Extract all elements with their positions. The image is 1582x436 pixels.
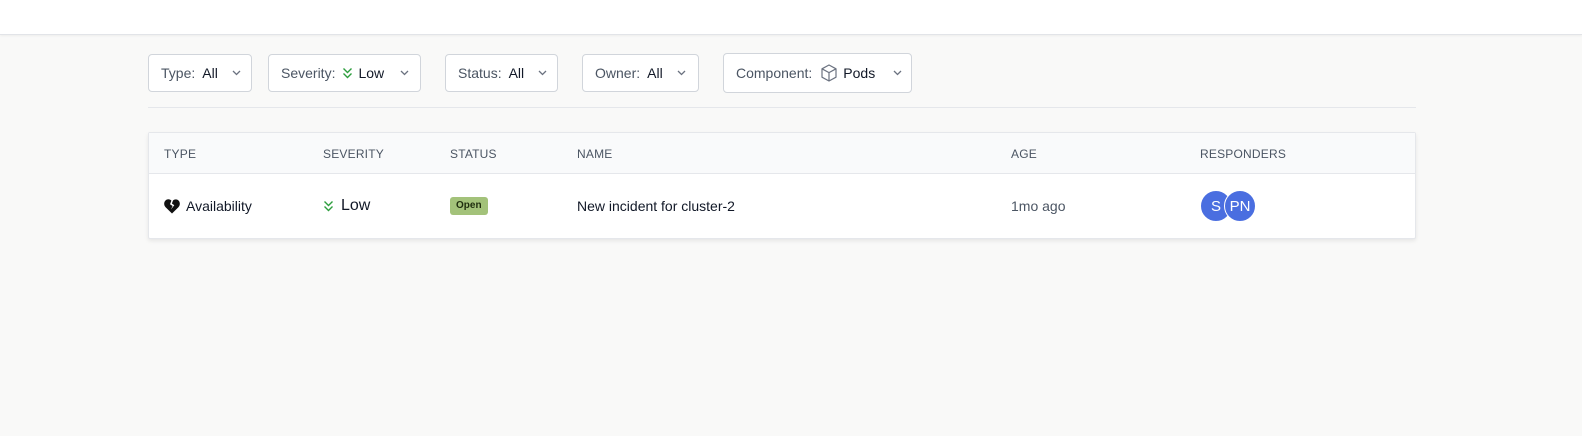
avatar[interactable]: PN: [1224, 190, 1256, 222]
divider: [148, 107, 1416, 108]
status-badge: Open: [450, 197, 488, 215]
type-filter-value: All: [202, 65, 218, 81]
table-row[interactable]: Availability Low Open New incident for c…: [149, 174, 1415, 238]
severity-filter-value: Low: [358, 65, 385, 81]
type-filter-label: Type:: [161, 65, 196, 81]
column-header-severity[interactable]: SEVERITY: [323, 147, 384, 161]
type-filter-dropdown[interactable]: Type: All: [148, 54, 252, 92]
incident-severity: Low: [341, 197, 371, 214]
cube-icon: [819, 63, 839, 83]
incident-age: 1mo ago: [1011, 198, 1066, 214]
component-filter-value: Pods: [843, 65, 876, 81]
chevron-down-icon: [400, 70, 409, 76]
table-header: TYPE SEVERITY STATUS NAME AGE RESPONDERS: [149, 133, 1415, 174]
filter-bar: Type: All Severity: Low Status: All Owne…: [148, 53, 928, 93]
chevron-down-icon: [538, 70, 547, 76]
severity-cell: Low: [323, 174, 370, 238]
column-header-responders[interactable]: RESPONDERS: [1200, 147, 1286, 161]
column-header-name[interactable]: NAME: [577, 147, 612, 161]
status-filter-dropdown[interactable]: Status: All: [445, 54, 558, 92]
status-filter-label: Status:: [458, 65, 502, 81]
component-filter-dropdown[interactable]: Component: Pods: [723, 53, 912, 93]
column-header-status[interactable]: STATUS: [450, 147, 497, 161]
incident-name[interactable]: New incident for cluster-2: [577, 198, 735, 214]
owner-filter-dropdown[interactable]: Owner: All: [582, 54, 699, 92]
chevrons-down-icon: [342, 67, 353, 79]
incident-type: Availability: [186, 198, 252, 214]
broken-heart-icon: [164, 198, 180, 214]
chevrons-down-icon: [323, 200, 334, 212]
status-cell: Open: [450, 174, 488, 238]
owner-filter-value: All: [647, 65, 663, 81]
top-bar: [0, 0, 1582, 35]
responders-cell: S PN: [1200, 174, 1256, 238]
chevron-down-icon: [232, 70, 241, 76]
age-cell: 1mo ago: [1011, 174, 1065, 238]
status-filter-value: All: [508, 65, 525, 81]
column-header-type[interactable]: TYPE: [164, 147, 196, 161]
chevron-down-icon: [677, 70, 686, 76]
name-cell[interactable]: New incident for cluster-2: [577, 174, 735, 238]
incidents-table: TYPE SEVERITY STATUS NAME AGE RESPONDERS…: [148, 132, 1416, 239]
type-cell: Availability: [164, 174, 252, 238]
severity-filter-label: Severity:: [281, 65, 336, 81]
owner-filter-label: Owner:: [595, 65, 641, 81]
severity-filter-dropdown[interactable]: Severity: Low: [268, 54, 421, 92]
component-filter-label: Component:: [736, 65, 813, 81]
chevron-down-icon: [893, 70, 902, 76]
column-header-age[interactable]: AGE: [1011, 147, 1037, 161]
